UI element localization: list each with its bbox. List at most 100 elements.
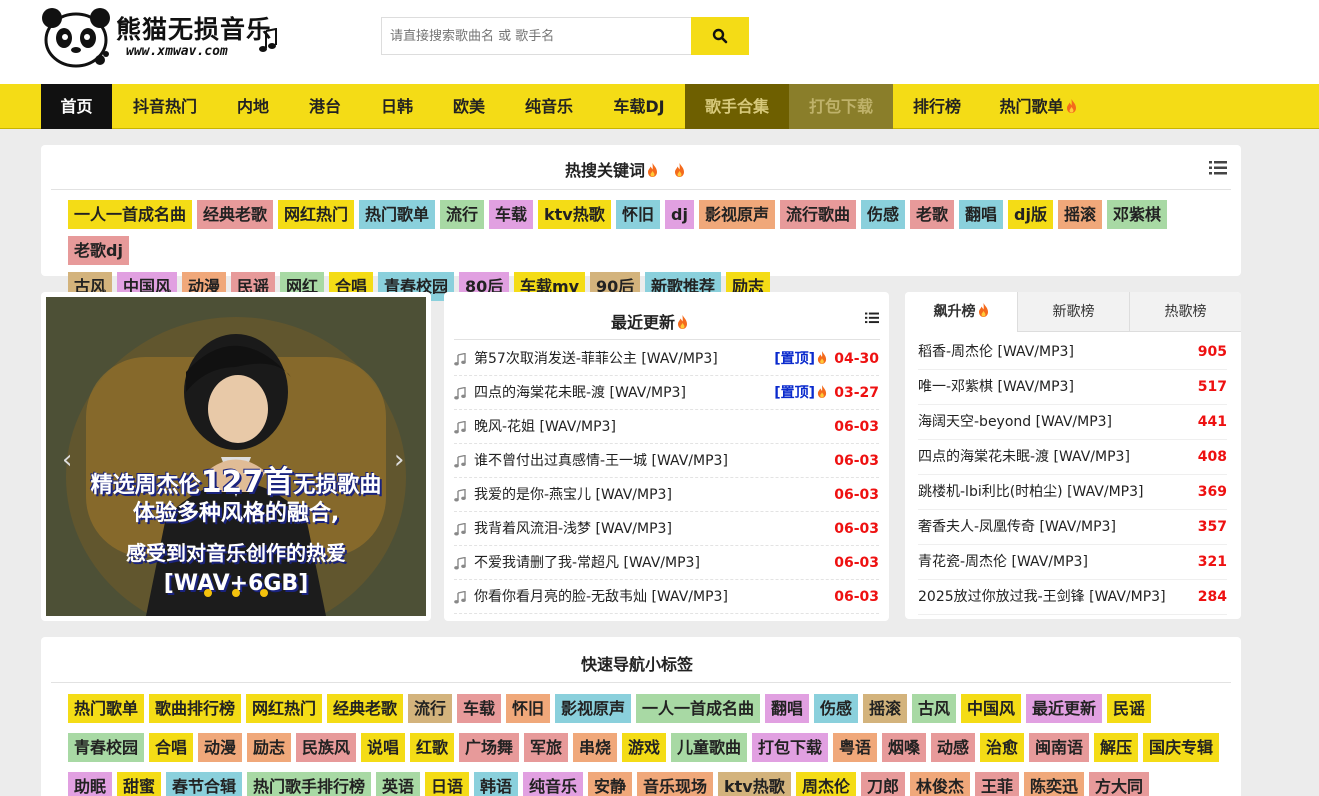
- search-button[interactable]: [691, 17, 749, 55]
- tag-item[interactable]: 车载: [489, 200, 533, 229]
- tag-item[interactable]: 经典老歌: [197, 200, 273, 229]
- tag-item[interactable]: 治愈: [980, 733, 1024, 762]
- tag-item[interactable]: 青春校园: [68, 733, 144, 762]
- tag-item[interactable]: 流行: [440, 200, 484, 229]
- tag-item[interactable]: 方大同: [1089, 772, 1149, 796]
- nav-home[interactable]: 首页: [41, 84, 112, 129]
- tag-item[interactable]: 最近更新: [1026, 694, 1102, 723]
- tag-item[interactable]: 粤语: [833, 733, 877, 762]
- tag-item[interactable]: 老歌dj: [68, 236, 129, 265]
- tag-item[interactable]: 热门歌单: [359, 200, 435, 229]
- tag-item[interactable]: 动感: [931, 733, 975, 762]
- list-icon[interactable]: [1209, 161, 1227, 175]
- tag-item[interactable]: 游戏: [622, 733, 666, 762]
- tag-item[interactable]: 中国风: [961, 694, 1021, 723]
- tag-item[interactable]: 翻唱: [765, 694, 809, 723]
- tag-item[interactable]: 热门歌手排行榜: [247, 772, 371, 796]
- tag-item[interactable]: 周杰伦: [796, 772, 856, 796]
- tag-item[interactable]: 古风: [912, 694, 956, 723]
- list-item[interactable]: 谁不曾付出过真感情-王一城 [WAV/MP3] 06-03: [454, 444, 879, 478]
- list-item[interactable]: 我爱的是你-燕宝儿 [WAV/MP3] 06-03: [454, 478, 879, 512]
- list-item[interactable]: 跳楼机-lbi利比(时柏尘) [WAV/MP3] 369: [918, 475, 1227, 510]
- tag-item[interactable]: 摇滚: [863, 694, 907, 723]
- tab-rising[interactable]: 飙升榜: [905, 292, 1017, 332]
- nav-mainland[interactable]: 内地: [224, 84, 282, 129]
- tag-item[interactable]: 助眠: [68, 772, 112, 796]
- tag-item[interactable]: 怀旧: [506, 694, 550, 723]
- list-item[interactable]: 稻香-周杰伦 [WAV/MP3] 905: [918, 335, 1227, 370]
- list-item[interactable]: 第57次取消发送-菲菲公主 [WAV/MP3] [置顶] 04-30: [454, 342, 879, 376]
- list-item[interactable]: 海阔天空-beyond [WAV/MP3] 441: [918, 405, 1227, 440]
- tag-item[interactable]: 王菲: [975, 772, 1019, 796]
- list-item[interactable]: 我背着风流泪-浅梦 [WAV/MP3] 06-03: [454, 512, 879, 546]
- tag-item[interactable]: ktv热歌: [718, 772, 791, 796]
- tag-item[interactable]: 歌曲排行榜: [149, 694, 241, 723]
- tag-item[interactable]: 红歌: [410, 733, 454, 762]
- list-item[interactable]: 四点的海棠花未眠-渡 [WAV/MP3] [置顶] 03-27: [454, 376, 879, 410]
- banner-prev-arrow[interactable]: ‹: [62, 445, 72, 475]
- tag-item[interactable]: 影视原声: [699, 200, 775, 229]
- list-item[interactable]: 唯一-邓紫棋 [WAV/MP3] 517: [918, 370, 1227, 405]
- list-item[interactable]: 四点的海棠花未眠-渡 [WAV/MP3] 408: [918, 440, 1227, 475]
- nav-hktw[interactable]: 港台: [296, 84, 354, 129]
- tag-item[interactable]: 烟嗓: [882, 733, 926, 762]
- nav-western[interactable]: 欧美: [440, 84, 498, 129]
- tag-item[interactable]: 动漫: [198, 733, 242, 762]
- tag-item[interactable]: 英语: [376, 772, 420, 796]
- tag-item[interactable]: 老歌: [910, 200, 954, 229]
- tag-item[interactable]: 一人一首成名曲: [68, 200, 192, 229]
- tag-item[interactable]: 国庆专辑: [1143, 733, 1219, 762]
- tag-item[interactable]: 日语: [425, 772, 469, 796]
- banner-dot-1[interactable]: [204, 589, 212, 597]
- tag-item[interactable]: 怀旧: [616, 200, 660, 229]
- tab-hot-songs[interactable]: 热歌榜: [1129, 292, 1241, 332]
- banner-dot-2[interactable]: [232, 589, 240, 597]
- nav-car-dj[interactable]: 车载DJ: [600, 84, 678, 129]
- tag-item[interactable]: 翻唱: [959, 200, 1003, 229]
- tag-item[interactable]: 韩语: [474, 772, 518, 796]
- list-item[interactable]: 不爱我请删了我-常超凡 [WAV/MP3] 06-03: [454, 546, 879, 580]
- nav-douyin-hot[interactable]: 抖音热门: [121, 84, 209, 129]
- banner-dot-3[interactable]: [260, 589, 268, 597]
- tag-item[interactable]: 串烧: [573, 733, 617, 762]
- tag-item[interactable]: 林俊杰: [910, 772, 970, 796]
- tag-item[interactable]: 安静: [588, 772, 632, 796]
- tag-item[interactable]: 音乐现场: [637, 772, 713, 796]
- tag-item[interactable]: 一人一首成名曲: [636, 694, 760, 723]
- list-item[interactable]: 你看你看月亮的脸-无敌韦灿 [WAV/MP3] 06-03: [454, 580, 879, 614]
- tag-item[interactable]: 广场舞: [459, 733, 519, 762]
- site-logo[interactable]: 熊猫无损音乐 www.xmwav.com: [40, 6, 290, 70]
- tag-item[interactable]: 车载: [457, 694, 501, 723]
- tag-item[interactable]: 网红热门: [278, 200, 354, 229]
- tag-item[interactable]: dj: [665, 200, 694, 229]
- tag-item[interactable]: 说唱: [361, 733, 405, 762]
- tag-item[interactable]: 励志: [247, 733, 291, 762]
- tag-item[interactable]: 民谣: [1107, 694, 1151, 723]
- tag-item[interactable]: 打包下载: [752, 733, 828, 762]
- tag-item[interactable]: 经典老歌: [327, 694, 403, 723]
- tag-item[interactable]: 春节合辑: [166, 772, 242, 796]
- tag-item[interactable]: 儿童歌曲: [671, 733, 747, 762]
- nav-jpkr[interactable]: 日韩: [368, 84, 426, 129]
- list-item[interactable]: 2025放过你放过我-王剑锋 [WAV/MP3] 284: [918, 580, 1227, 615]
- nav-pack-download[interactable]: 打包下载: [789, 84, 893, 129]
- tag-item[interactable]: 军旅: [524, 733, 568, 762]
- banner-image[interactable]: 精选周杰伦127首无损歌曲 体验多种风格的融合, 感受到对音乐创作的热爱 [WA…: [46, 297, 426, 616]
- list-icon[interactable]: [865, 312, 879, 324]
- tag-item[interactable]: 流行: [408, 694, 452, 723]
- tag-item[interactable]: 邓紫棋: [1107, 200, 1167, 229]
- list-item[interactable]: 晚风-花姐 [WAV/MP3] 06-03: [454, 410, 879, 444]
- tag-item[interactable]: 陈奕迅: [1024, 772, 1084, 796]
- tag-item[interactable]: 流行歌曲: [780, 200, 856, 229]
- tag-item[interactable]: 民族风: [296, 733, 356, 762]
- banner-next-arrow[interactable]: ›: [394, 445, 404, 475]
- tag-item[interactable]: 甜蜜: [117, 772, 161, 796]
- nav-hot-playlists[interactable]: 热门歌单: [988, 84, 1088, 129]
- tag-item[interactable]: 闽南语: [1029, 733, 1089, 762]
- tag-item[interactable]: 伤感: [861, 200, 905, 229]
- tag-item[interactable]: 刀郎: [861, 772, 905, 796]
- tag-item[interactable]: 热门歌单: [68, 694, 144, 723]
- tag-item[interactable]: 合唱: [149, 733, 193, 762]
- tag-item[interactable]: 网红热门: [246, 694, 322, 723]
- search-input[interactable]: [381, 17, 692, 55]
